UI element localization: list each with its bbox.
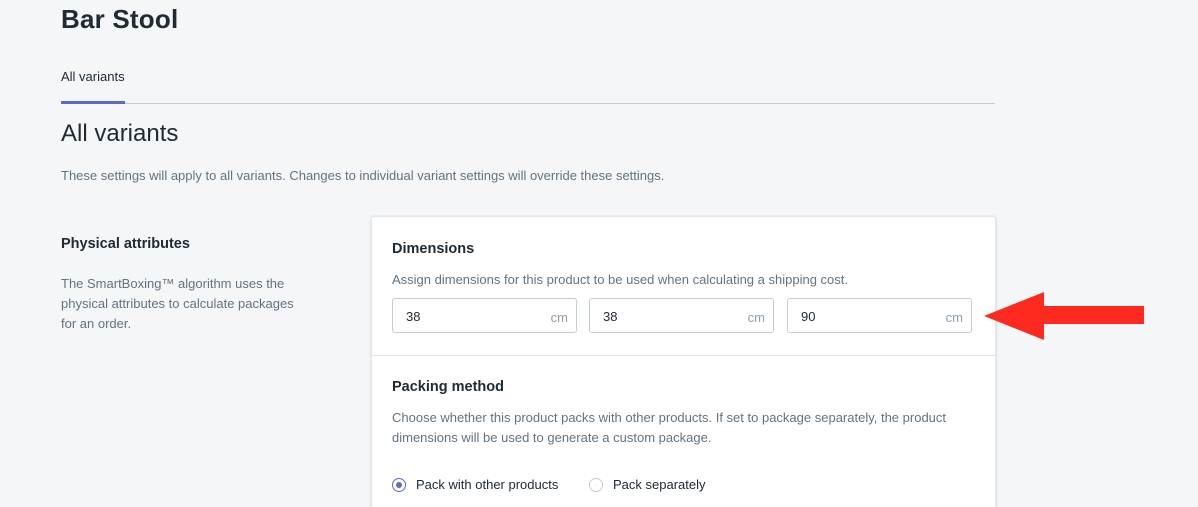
tab-all-variants[interactable]: All variants [61,60,125,104]
dimension-height-field[interactable]: 90 cm [787,298,972,333]
dimension-width-unit: cm [747,310,765,325]
dimension-height-unit: cm [945,310,963,325]
variant-tabs: All variants [61,60,995,104]
dimensions-description: Assign dimensions for this product to be… [392,272,848,287]
physical-attributes-description: The SmartBoxing™ algorithm uses the phys… [61,276,294,331]
dimension-width-value: 38 [603,309,618,324]
radio-label: Pack separately [613,477,706,492]
dimension-length-field[interactable]: 38 cm [392,298,577,333]
packing-method-title: Packing method [392,379,504,395]
radio-unselected-icon [589,478,603,492]
radio-selected-icon [392,478,406,492]
dimension-length-unit: cm [550,310,568,325]
settings-card: Dimensions Assign dimensions for this pr… [371,216,996,507]
radio-pack-separately[interactable]: Pack separately [589,476,719,496]
page: Bar Stool All variants All variants Thes… [0,0,1198,507]
dimensions-title: Dimensions [392,241,475,257]
section-description: These settings will apply to all variant… [61,168,665,183]
dimensions-section: Dimensions Assign dimensions for this pr… [372,217,995,356]
radio-pack-with-other-products[interactable]: Pack with other products [392,476,572,496]
packing-method-description: Choose whether this product packs with o… [392,410,947,445]
dimension-width-field[interactable]: 38 cm [589,298,774,333]
physical-attributes-title: Physical attributes [61,236,190,252]
packing-method-section: Packing method Choose whether this produ… [372,356,995,507]
radio-label: Pack with other products [416,477,559,492]
dimension-height-value: 90 [801,309,816,324]
annotation-arrow-icon [984,292,1144,340]
page-title: Bar Stool [61,4,179,34]
dimension-length-value: 38 [406,309,421,324]
section-heading: All variants [61,120,179,147]
